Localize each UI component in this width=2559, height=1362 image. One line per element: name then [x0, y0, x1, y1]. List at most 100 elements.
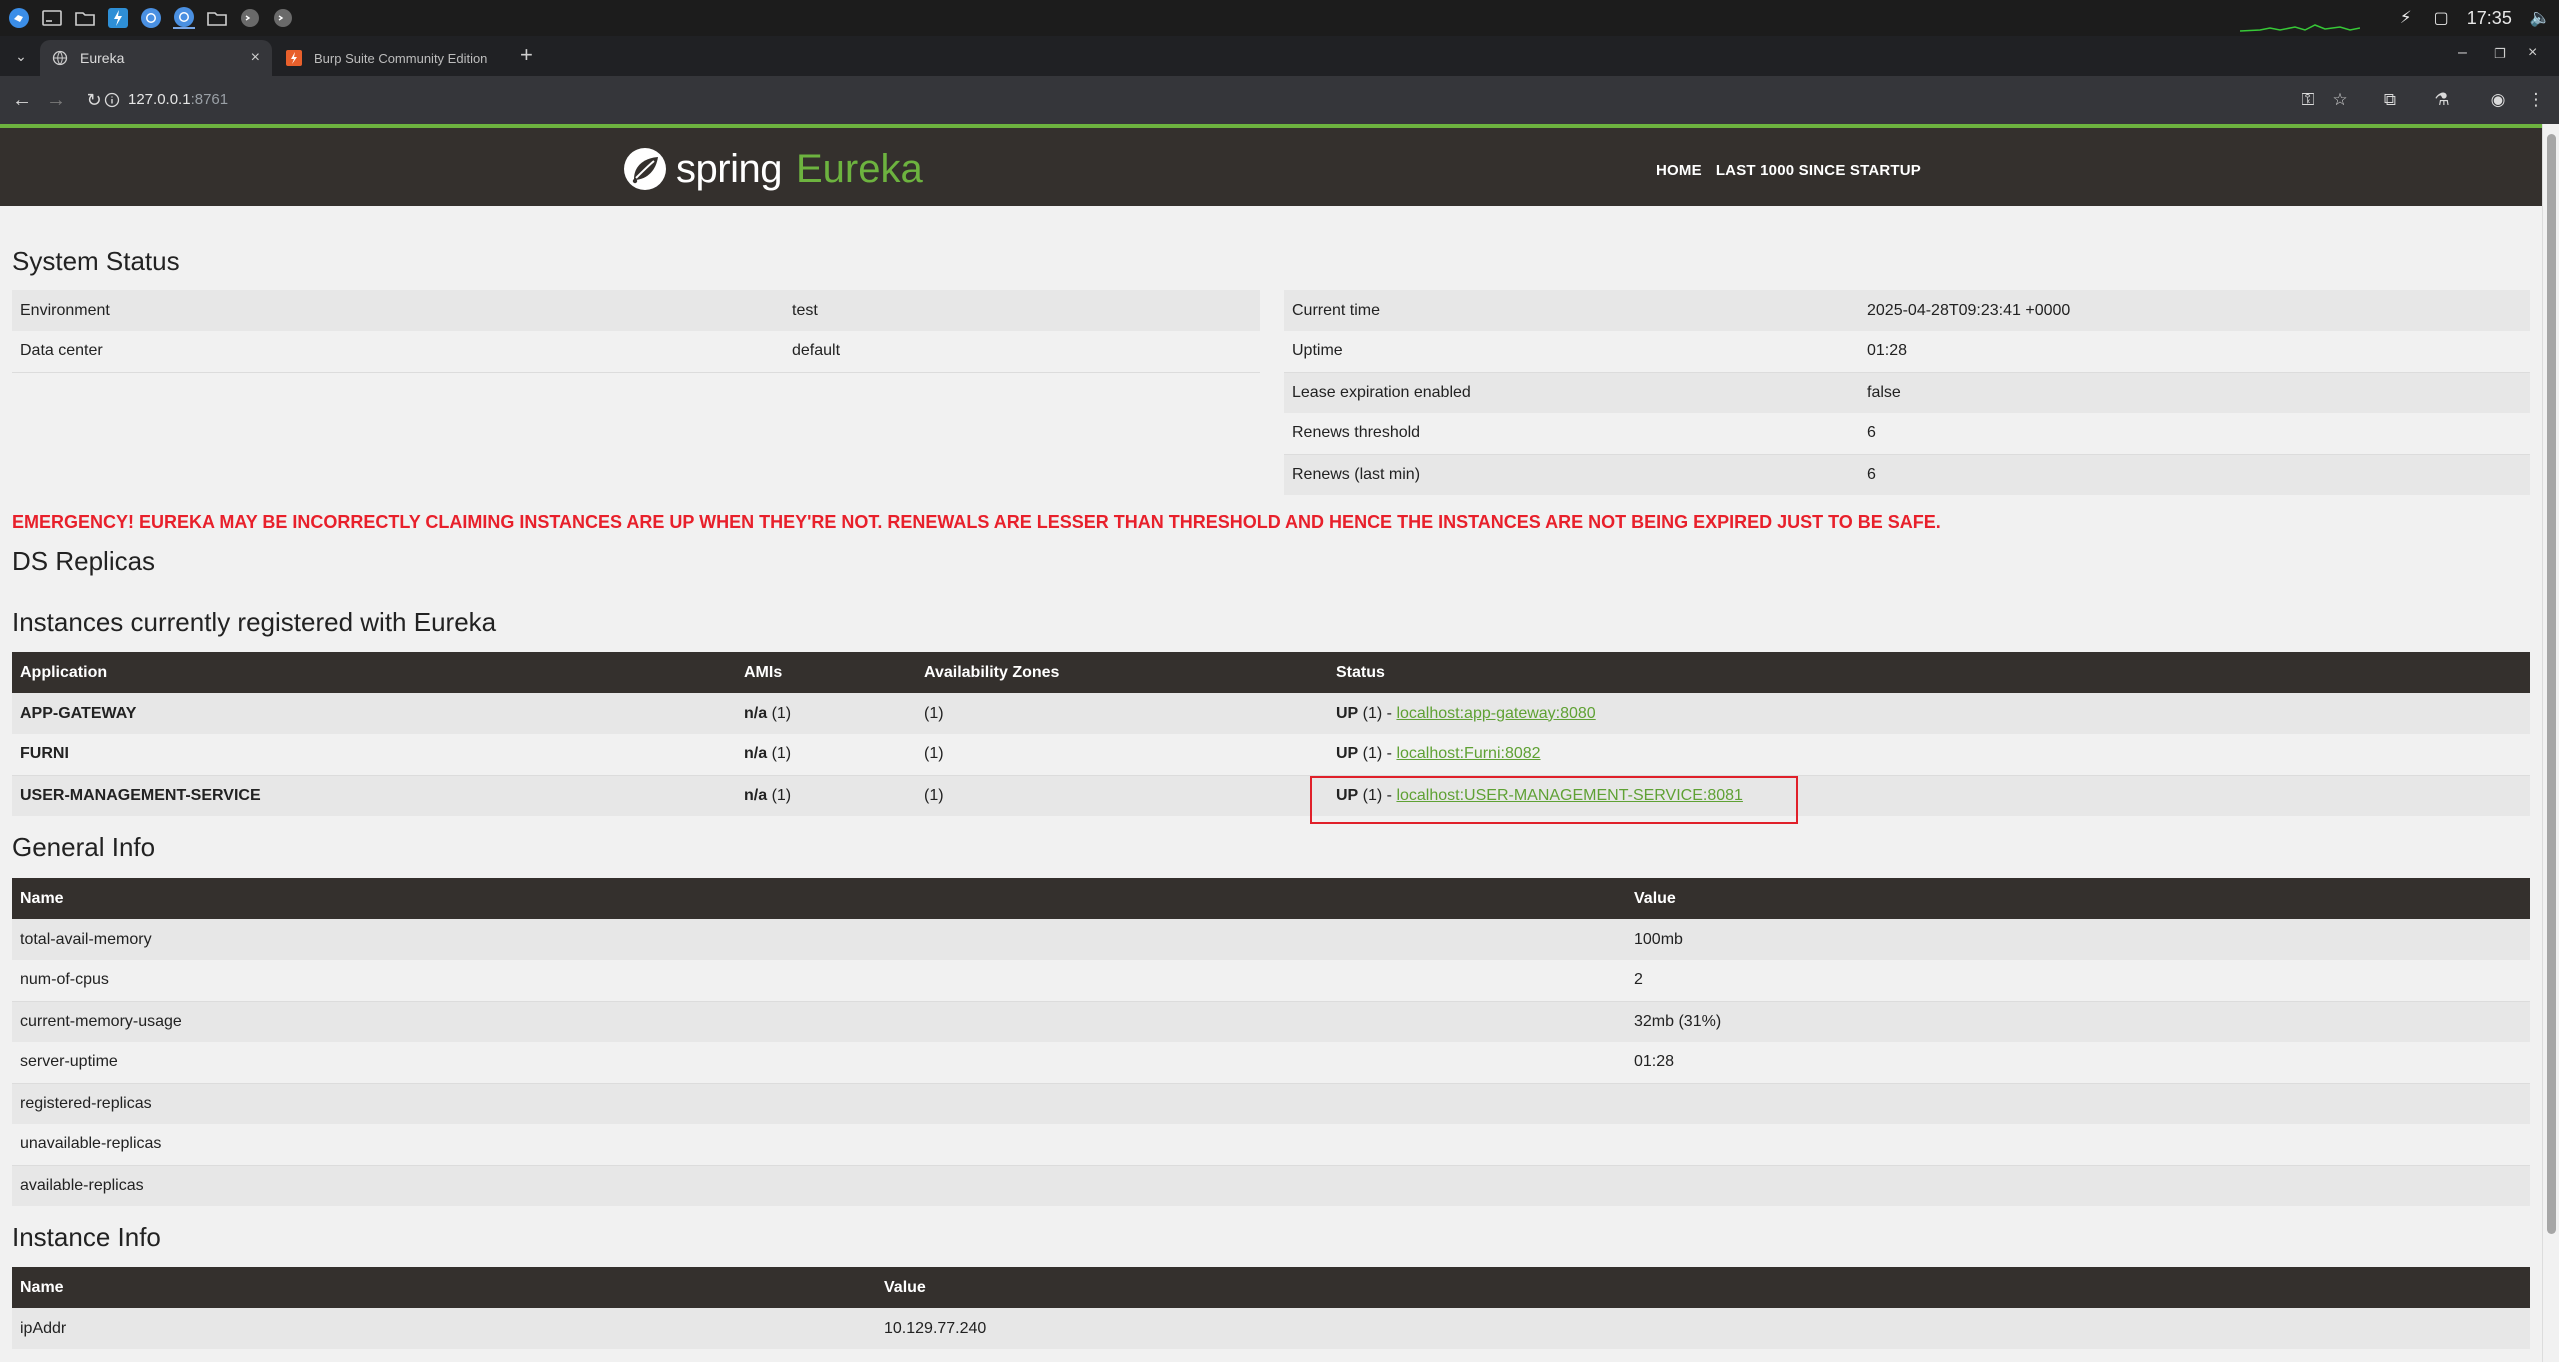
volume-icon[interactable]: 🔈: [2530, 8, 2551, 28]
globe-icon: [52, 50, 68, 66]
forward-icon[interactable]: →: [44, 88, 68, 112]
tab-burp-suite[interactable]: Burp Suite Community Edition: [274, 40, 514, 76]
back-icon[interactable]: ←: [10, 88, 34, 112]
profile-avatar-icon[interactable]: ◉: [2486, 88, 2510, 112]
table-header-row: Name Value: [12, 1267, 2530, 1308]
general-info-table: Name Value total-avail-memory 100mb num-o…: [12, 878, 2530, 1206]
tab-title: Eureka: [80, 50, 125, 66]
zones-cell: (1): [916, 693, 1328, 734]
app-icon[interactable]: [272, 7, 294, 29]
zones-cell: (1): [916, 734, 1328, 776]
col-amis: AMIs: [736, 652, 916, 693]
zones-cell: (1): [916, 775, 1328, 816]
info-value: 01:28: [1626, 1042, 2530, 1084]
table-row: total-avail-memory 100mb: [12, 919, 2530, 960]
close-tab-icon[interactable]: ×: [251, 49, 260, 67]
burp-icon[interactable]: [107, 7, 129, 29]
url-host: 127.0.0.1: [128, 91, 191, 108]
instances-heading: Instances currently registered with Eure…: [12, 607, 497, 637]
status-value: test: [784, 290, 1260, 331]
folder-icon[interactable]: [206, 7, 228, 29]
col-availability-zones: Availability Zones: [916, 652, 1328, 693]
table-row: ipAddr 10.129.77.240: [12, 1308, 2530, 1349]
address-bar[interactable]: 127.0.0.1:8761: [128, 91, 228, 108]
terminal-icon[interactable]: [41, 7, 63, 29]
info-name: registered-replicas: [12, 1083, 1626, 1124]
table-row: server-uptime 01:28: [12, 1042, 2530, 1084]
status-label: Renews (last min): [1284, 454, 1859, 495]
info-value: [1626, 1083, 2530, 1124]
instance-link[interactable]: localhost:Furni:8082: [1396, 745, 1540, 762]
status-value: 01:28: [1859, 331, 2530, 373]
info-name: ipAddr: [12, 1308, 876, 1349]
instance-link[interactable]: localhost:app-gateway:8080: [1396, 705, 1595, 722]
power-icon[interactable]: ⚡: [2400, 8, 2412, 28]
ami-cell: n/a (1): [736, 693, 916, 734]
table-row: Renews threshold 6: [1284, 413, 2530, 455]
minimize-icon[interactable]: –: [2458, 44, 2467, 62]
scrollbar-thumb[interactable]: [2547, 134, 2556, 1234]
labs-flask-icon[interactable]: ⚗: [2430, 88, 2454, 112]
app-name: APP-GATEWAY: [12, 693, 736, 734]
spring-eureka-logo[interactable]: spring Eureka: [622, 146, 923, 192]
brand-eureka: Eureka: [795, 146, 923, 191]
app-icon[interactable]: [239, 7, 261, 29]
col-application: Application: [12, 652, 736, 693]
info-name: total-avail-memory: [12, 919, 1626, 960]
table-row: Data center default: [12, 331, 1260, 373]
info-name: available-replicas: [12, 1165, 1626, 1206]
chrome-icon[interactable]: [173, 7, 195, 29]
table-row: available-replicas: [12, 1165, 2530, 1206]
table-row: num-of-cpus 2: [12, 960, 2530, 1002]
table-row: Lease expiration enabled false: [1284, 372, 2530, 413]
tab-search-chevron-icon[interactable]: ⌄: [8, 44, 34, 68]
status-cell: UP (1) - localhost:app-gateway:8080: [1328, 693, 2530, 734]
nav-last-1000[interactable]: LAST 1000 SINCE STARTUP: [1716, 162, 1921, 179]
bookmark-star-icon[interactable]: ☆: [2328, 88, 2352, 112]
url-port: :8761: [190, 91, 229, 108]
clock[interactable]: 17:35: [2467, 8, 2512, 29]
table-row: Current time 2025-04-28T09:23:41 +0000: [1284, 290, 2530, 331]
new-tab-icon[interactable]: +: [520, 42, 533, 68]
network-graph-icon: [2240, 24, 2360, 32]
os-taskbar: ⚡ ▢ 17:35 🔈: [0, 0, 2559, 36]
kebab-menu-icon[interactable]: ⋮: [2524, 88, 2548, 112]
system-tray: ⚡ ▢ 17:35 🔈: [2400, 0, 2559, 36]
status-value: default: [784, 331, 1260, 373]
table-header-row: Name Value: [12, 878, 2530, 919]
close-window-icon[interactable]: ×: [2528, 44, 2537, 62]
status-label: Renews threshold: [1284, 413, 1859, 455]
site-info-icon[interactable]: [104, 92, 120, 108]
top-nav: HOME LAST 1000 SINCE STARTUP: [1656, 162, 1935, 179]
browser-tab-strip: ⌄ Eureka × Burp Suite Community Edition: [0, 36, 2559, 76]
emergency-warning: EMERGENCY! EUREKA MAY BE INCORRECTLY CLA…: [12, 512, 1941, 532]
status-cell: UP (1) - localhost:Furni:8082: [1328, 734, 2530, 776]
tab-eureka[interactable]: Eureka ×: [40, 40, 272, 76]
status-label: Lease expiration enabled: [1284, 372, 1859, 413]
window-icon[interactable]: ▢: [2434, 8, 2449, 28]
info-value: 100mb: [1626, 919, 2530, 960]
folder-icon[interactable]: [74, 7, 96, 29]
table-header-row: Application AMIs Availability Zones Stat…: [12, 652, 2530, 693]
col-value: Value: [876, 1267, 2530, 1308]
instances-table: Application AMIs Availability Zones Stat…: [12, 652, 2530, 816]
nav-home[interactable]: HOME: [1656, 162, 1702, 179]
reload-icon[interactable]: ↻: [82, 88, 106, 112]
app-name: USER-MANAGEMENT-SERVICE: [12, 775, 736, 816]
info-name: current-memory-usage: [12, 1001, 1626, 1042]
restore-icon[interactable]: ❐: [2494, 46, 2506, 62]
password-key-icon[interactable]: ⚿: [2296, 88, 2320, 112]
table-row: Environment test: [12, 290, 1260, 331]
page-scrollbar[interactable]: [2542, 124, 2559, 1362]
instance-info-table: Name Value ipAddr 10.129.77.240: [12, 1267, 2530, 1349]
app-menu-icon[interactable]: [8, 7, 30, 29]
system-status-right-table: Current time 2025-04-28T09:23:41 +0000 U…: [1284, 290, 2530, 495]
status-label: Uptime: [1284, 331, 1859, 373]
status-label: Data center: [12, 331, 784, 373]
table-row: Renews (last min) 6: [1284, 454, 2530, 495]
chrome-icon[interactable]: [140, 7, 162, 29]
status-label: Current time: [1284, 290, 1859, 331]
status-value: false: [1859, 372, 2530, 413]
ami-cell: n/a (1): [736, 734, 916, 776]
extensions-icon[interactable]: ⧉: [2378, 88, 2402, 112]
